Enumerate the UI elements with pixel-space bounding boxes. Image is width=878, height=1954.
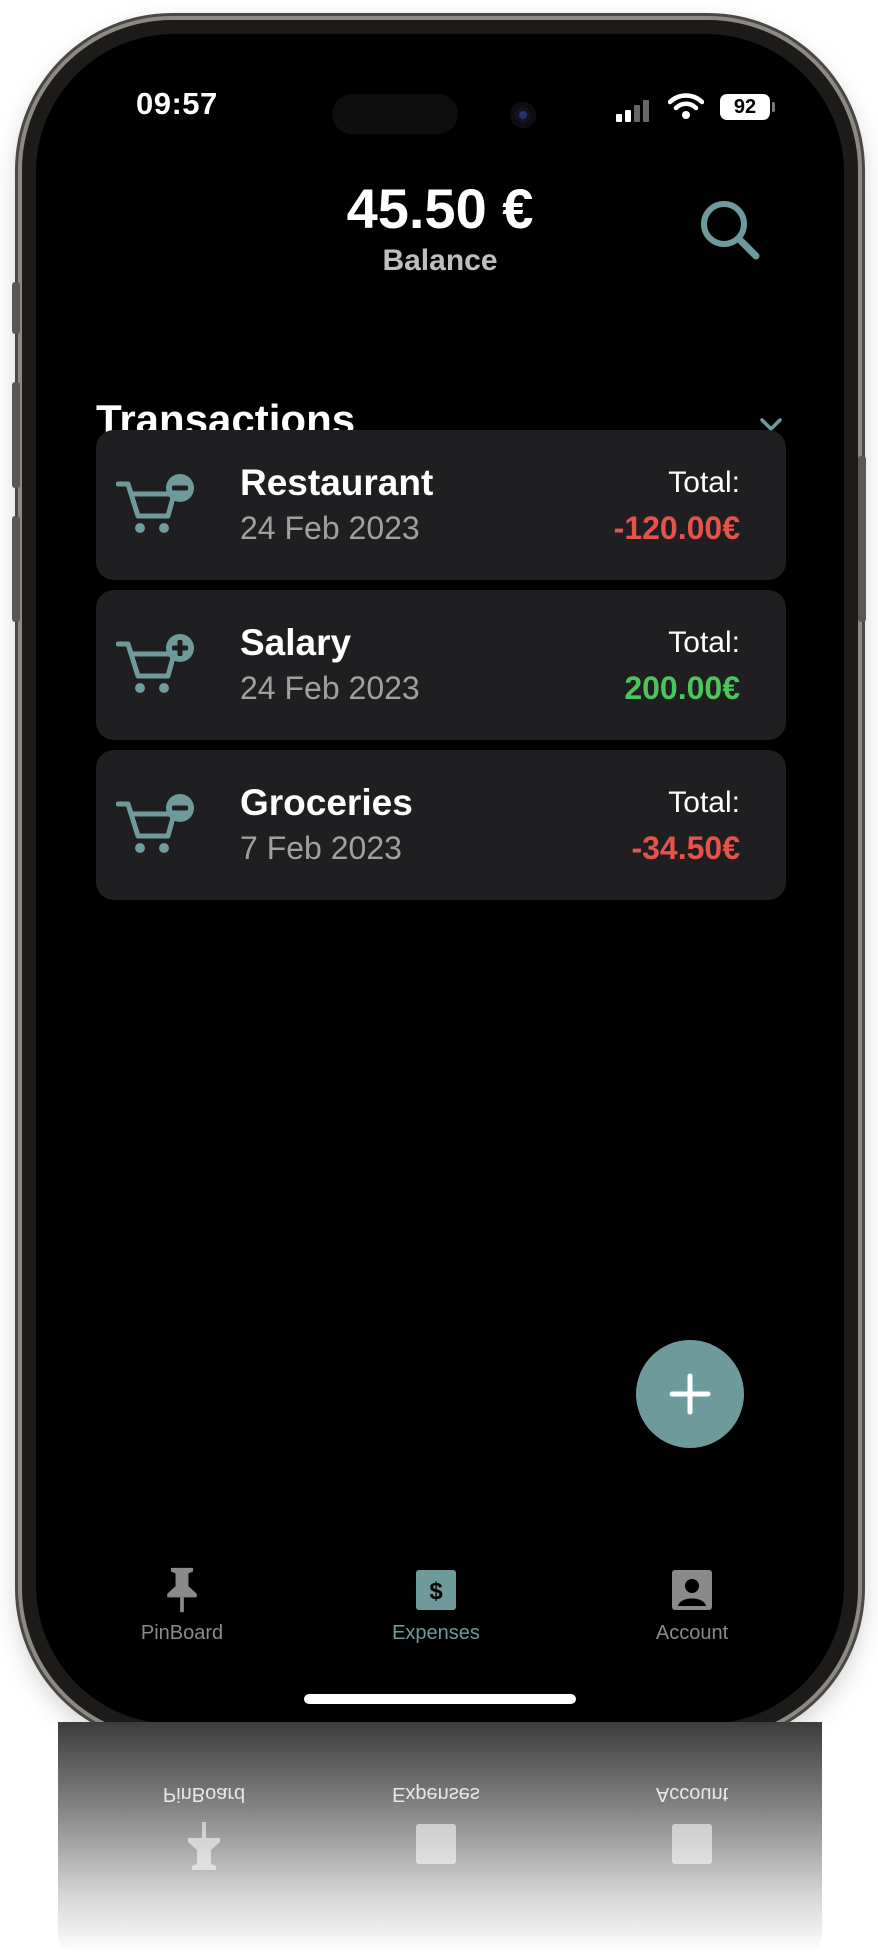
transaction-date: 24 Feb 2023	[240, 510, 420, 546]
app-screen: 09:57 92 45.50 € Balance Transactions Re…	[36, 34, 844, 1724]
total-label: Total:	[668, 786, 740, 819]
total-label: Total:	[668, 626, 740, 659]
tab-account[interactable]: Account	[592, 1566, 792, 1645]
transaction-amount: -120.00€	[613, 510, 740, 546]
home-indicator[interactable]	[304, 1694, 576, 1704]
dollar-icon: $	[416, 1570, 456, 1610]
account-icon	[592, 1820, 792, 1873]
svg-text:$: $	[429, 1578, 443, 1605]
reflection-label: Account	[655, 1783, 729, 1805]
cart-minus-icon	[116, 474, 194, 533]
battery-indicator: 92	[720, 94, 775, 120]
pin-icon	[167, 1567, 197, 1613]
transaction-title: Groceries	[240, 782, 413, 823]
transaction-date: 7 Feb 2023	[240, 830, 402, 866]
transaction-card-restaurant[interactable]: Restaurant 24 Feb 2023 Total: -120.00€	[96, 430, 786, 580]
dollar-icon	[336, 1820, 536, 1873]
camera-icon	[510, 102, 536, 128]
side-button	[12, 282, 20, 334]
cart-plus-icon	[116, 634, 194, 693]
transaction-amount: 200.00€	[624, 670, 740, 706]
transaction-amount: -34.50€	[631, 830, 740, 866]
transaction-card-salary[interactable]: Salary 24 Feb 2023 Total: 200.00€	[96, 590, 786, 740]
wifi-icon	[668, 93, 704, 119]
reflection-label: Expenses	[392, 1783, 480, 1805]
side-button	[12, 382, 20, 488]
transaction-title: Restaurant	[240, 462, 434, 503]
device-reflection: PinBoard Expenses Account	[58, 1722, 822, 1954]
signal-icon	[616, 98, 656, 122]
transaction-title: Salary	[240, 622, 352, 663]
tab-pinboard[interactable]: PinBoard	[82, 1566, 282, 1645]
cart-minus-icon	[116, 794, 194, 853]
search-button[interactable]	[696, 196, 766, 266]
transaction-card-groceries[interactable]: Groceries 7 Feb 2023 Total: -34.50€	[96, 750, 786, 900]
tab-label: PinBoard	[140, 1622, 224, 1644]
dynamic-island	[332, 94, 458, 134]
status-time: 09:57	[136, 86, 218, 121]
account-icon	[672, 1570, 712, 1610]
reflection-label: PinBoard	[162, 1783, 246, 1805]
tab-label: Expenses	[392, 1622, 480, 1644]
search-icon	[701, 201, 760, 260]
total-label: Total:	[668, 466, 740, 499]
tab-expenses[interactable]: $ Expenses	[336, 1566, 536, 1645]
side-button	[12, 516, 20, 622]
side-button	[858, 456, 866, 622]
pin-icon	[104, 1820, 304, 1877]
tab-label: Account	[655, 1622, 729, 1644]
add-transaction-button[interactable]	[636, 1340, 744, 1448]
plus-icon	[669, 1373, 711, 1415]
transaction-date: 24 Feb 2023	[240, 670, 420, 706]
